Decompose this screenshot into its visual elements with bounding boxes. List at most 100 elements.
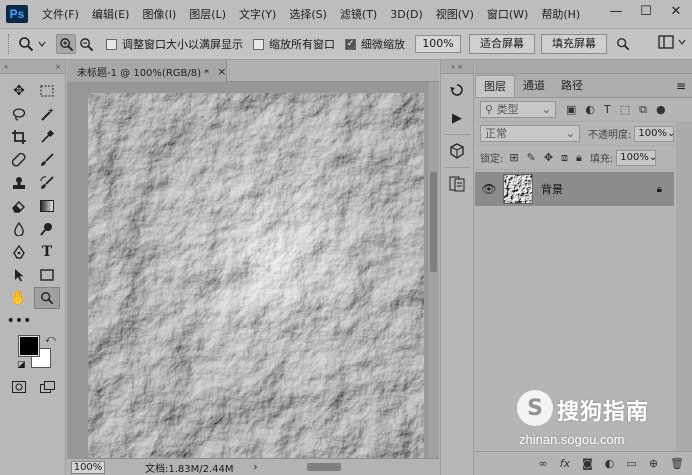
layers-panel-header[interactable] [475,60,692,74]
vertical-scrollbar[interactable] [427,82,439,458]
document-canvas[interactable] [88,93,424,458]
filter-type-icon[interactable]: T [604,103,611,117]
zoom-out-button[interactable] [76,34,96,54]
checkmark-icon[interactable]: ✓ [345,38,356,50]
sogou-logo-icon: S [517,390,553,426]
spot-healing-icon[interactable] [6,149,32,171]
lock-all-icon[interactable]: 🔒︎ [576,151,582,165]
photoshop-logo: Ps [6,5,28,23]
tool-preset-picker[interactable] [18,36,46,52]
layer-row[interactable]: 👁︎ 背景 🔒︎ [475,172,674,206]
lock-pixels-icon[interactable]: ✎ [527,151,536,165]
color-swatches[interactable]: ⤺ ◪ [17,334,57,376]
menu-file[interactable]: 文件(F) [42,6,79,22]
zoom-percent-field[interactable]: 100% [415,35,461,53]
close-button[interactable]: ✕ [668,4,684,20]
swap-colors-icon[interactable]: ⤺ [45,334,56,345]
blend-mode-select[interactable]: 正常 ⌄ [480,125,580,142]
fit-screen-button[interactable]: 适合屏幕 [469,34,535,54]
stamp-icon[interactable] [6,172,32,194]
path-selection-icon[interactable] [6,264,32,286]
menu-help[interactable]: 帮助(H) [541,6,580,22]
minimize-button[interactable]: — [608,4,624,20]
status-arrow-icon[interactable]: › [254,462,258,473]
layer-filter-select[interactable]: ⚲ 类型 ⌄ [480,101,556,118]
status-zoom-field[interactable]: 100% [71,460,105,474]
document-size-info[interactable]: 文档:1.83M/2.44M [145,460,234,475]
menu-3d[interactable]: 3D(D) [390,8,423,21]
fill-field[interactable]: 100% ⌄ [616,149,657,166]
menu-edit[interactable]: 编辑(E) [92,6,130,22]
menu-window[interactable]: 窗口(W) [487,6,528,22]
magic-wand-icon[interactable] [34,103,60,125]
hand-icon[interactable]: ✋ [6,287,32,309]
eyedropper-icon[interactable] [34,126,60,148]
paragraph-panel-icon[interactable] [444,172,470,196]
close-panel-icon[interactable]: × [55,63,61,71]
blur-icon[interactable] [6,218,32,240]
type-icon[interactable]: T [34,241,60,263]
move-icon[interactable]: ✥ [6,80,32,102]
filter-shape-icon[interactable]: ⬚ [620,103,630,117]
document-tab[interactable]: 未标题-1 @ 100%(RGB/8) * × [67,60,227,82]
screen-mode-icon[interactable] [40,381,56,396]
foreground-color-swatch[interactable] [18,335,40,357]
checkbox-box[interactable] [106,38,117,50]
tab-layers[interactable]: 图层 [475,75,515,97]
history-panel-icon[interactable] [444,78,470,102]
marquee-icon[interactable] [34,80,60,102]
fill-screen-button[interactable]: 填充屏幕 [541,34,607,54]
more-tools-icon[interactable]: ••• [6,310,32,332]
lock-transparent-icon[interactable]: ⊞ [509,151,518,165]
resize-windows-checkbox[interactable]: 调整窗口大小以满屏显示 [106,36,243,52]
menu-view[interactable]: 视图(V) [436,6,474,22]
options-grip[interactable] [8,34,12,54]
vertical-scroll-thumb[interactable] [430,172,437,272]
filter-adjustment-icon[interactable]: ◐ [585,103,595,117]
quick-mask-icon[interactable] [12,381,26,396]
menu-filter[interactable]: 滤镜(T) [340,6,377,22]
menu-layer[interactable]: 图层(L) [189,6,226,22]
filter-smart-object-icon[interactable]: ⧉ [639,103,647,117]
dock-header[interactable]: « × [441,60,473,74]
layer-name[interactable]: 背景 [541,181,657,197]
horizontal-scroll-thumb[interactable] [307,463,341,471]
menu-select[interactable]: 选择(S) [289,6,327,22]
lock-artboard-icon[interactable]: ⧈ [561,151,568,165]
dodge-icon[interactable] [34,218,60,240]
scrubby-zoom-checkbox[interactable]: ✓ 细微缩放 [345,36,405,52]
tools-panel-header[interactable]: » × [0,60,65,74]
crop-icon[interactable] [6,126,32,148]
maximize-button[interactable]: ☐ [638,4,654,20]
gradient-icon[interactable] [34,195,60,217]
actions-panel-icon[interactable]: ▶ [444,106,470,130]
menu-type[interactable]: 文字(Y) [239,6,276,22]
menu-image[interactable]: 图像(I) [142,6,176,22]
3d-panel-icon[interactable] [444,139,470,163]
default-colors-icon[interactable]: ◪ [17,360,26,370]
history-brush-icon[interactable] [34,172,60,194]
opacity-field[interactable]: 100% ⌄ [634,125,675,142]
rectangle-icon[interactable] [34,264,60,286]
zoom-in-button[interactable] [56,34,76,54]
eraser-icon[interactable] [6,195,32,217]
zoom-all-windows-checkbox[interactable]: 缩放所有窗口 [253,36,335,52]
brush-icon[interactable] [34,149,60,171]
tab-paths[interactable]: 路径 [553,75,591,97]
tab-channels[interactable]: 通道 [515,75,553,97]
lock-position-icon[interactable]: ✥ [544,151,553,165]
search-button[interactable] [613,34,633,54]
checkbox-box[interactable] [253,38,264,50]
pen-icon[interactable] [6,241,32,263]
lasso-icon[interactable] [6,103,32,125]
layer-thumbnail [503,174,533,204]
filter-toggle-icon[interactable]: ● [656,103,666,117]
fill-value: 100% [620,151,649,163]
visibility-eye-icon[interactable]: 👁︎ [475,182,503,196]
workspace-switcher[interactable] [658,35,686,49]
collapse-icon[interactable]: » [4,63,8,71]
close-tab-icon[interactable]: × [217,65,226,78]
zoom-icon[interactable] [34,287,60,309]
filter-pixel-icon[interactable]: ▣ [566,103,576,117]
panel-menu-icon[interactable]: ≡ [676,75,686,97]
